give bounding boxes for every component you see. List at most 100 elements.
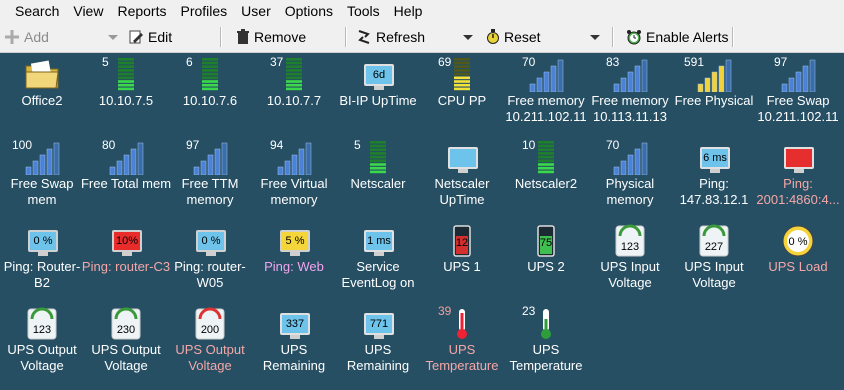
- monitor-tile[interactable]: 591 Free Physical: [672, 54, 756, 138]
- folder-icon: [20, 58, 64, 92]
- reset-dropdown-arrow[interactable]: [590, 35, 600, 40]
- tile-label: UPS Output Voltage: [91, 342, 161, 373]
- monitor-tile[interactable]: 94 Free Virtual memory: [252, 137, 336, 221]
- tile-value: 70: [606, 138, 620, 152]
- refresh-dropdown-arrow[interactable]: [463, 35, 473, 40]
- monitor-tile[interactable]: 39 UPS Temperature: [420, 303, 504, 387]
- add-dropdown-arrow[interactable]: [108, 35, 118, 40]
- meter-icon: 123: [20, 307, 64, 341]
- monitor-tile[interactable]: 70 Free memory 10.211.102.11: [504, 54, 588, 138]
- monitor-tile[interactable]: 337 UPS Remaining: [252, 303, 336, 387]
- svg-text:12: 12: [456, 237, 468, 249]
- monitor-tile[interactable]: 771 UPS Remaining: [336, 303, 420, 387]
- tile-label: Free TTM memory: [181, 176, 239, 207]
- monitor-tile[interactable]: 80 Free Total mem: [81, 137, 171, 221]
- monitor-tile[interactable]: 75 UPS 2: [504, 220, 588, 304]
- monitor-tile[interactable]: 6 10.10.7.6: [168, 54, 252, 138]
- svg-text:75: 75: [540, 237, 552, 249]
- monitor-tile[interactable]: 37 10.10.7.7: [252, 54, 336, 138]
- reset-button[interactable]: Reset: [486, 26, 541, 48]
- toolbar-separator: [612, 27, 614, 47]
- monitor-tile[interactable]: 23 UPS Temperature: [504, 303, 588, 387]
- menu-search[interactable]: Search: [0, 0, 66, 22]
- tile-label: Free Total mem: [80, 176, 172, 191]
- monitor-tile[interactable]: 100 Free Swap mem: [0, 137, 84, 221]
- tile-label: Ping: 2001:4860:4...: [756, 176, 840, 207]
- monitor-tile[interactable]: 227 UPS Input Voltage: [672, 220, 756, 304]
- svg-text:200: 200: [201, 324, 219, 336]
- monitor-tile[interactable]: Office2: [0, 54, 84, 138]
- monitor-tile[interactable]: Netscaler UpTime: [420, 137, 504, 221]
- dial-icon: 0 %: [776, 224, 820, 258]
- monitor-tile[interactable]: 5 % Ping: Web: [252, 220, 336, 304]
- tile-value: 69: [438, 55, 452, 69]
- monitor-tile[interactable]: 10% Ping: router-C3: [82, 220, 170, 304]
- monitor-icon: 6d: [356, 58, 400, 92]
- add-button[interactable]: Add: [4, 26, 49, 48]
- menu-reports[interactable]: Reports: [110, 0, 173, 22]
- menu-profiles[interactable]: Profiles: [173, 0, 234, 22]
- menu-help[interactable]: Help: [387, 0, 430, 22]
- monitor-tile[interactable]: 83 Free memory 10.113.11.13: [588, 54, 672, 138]
- monitor-tile[interactable]: 200 UPS Output Voltage: [168, 303, 252, 387]
- menu-tools[interactable]: Tools: [340, 0, 387, 22]
- svg-text:123: 123: [33, 324, 51, 336]
- refresh-label: Refresh: [376, 29, 426, 45]
- svg-text:0 %: 0 %: [789, 236, 808, 248]
- monitor-tile[interactable]: 5 10.10.7.5: [84, 54, 168, 138]
- remove-button[interactable]: Remove: [236, 26, 306, 48]
- monitor-tile[interactable]: 5 Netscaler: [336, 137, 420, 221]
- tile-label: 10.10.7.6: [182, 93, 238, 108]
- toolbar: Add Edit Remove Refresh Reset Enable Ale…: [0, 22, 844, 53]
- menu-options[interactable]: Options: [278, 0, 340, 22]
- svg-text:123: 123: [621, 241, 639, 253]
- tile-label: Netscaler2: [514, 176, 578, 191]
- monitor-tile[interactable]: 97 Free Swap 10.211.102.11: [756, 54, 840, 138]
- tile-label: Physical memory: [605, 176, 655, 207]
- monitor-tile[interactable]: 69 CPU PP: [420, 54, 504, 138]
- battery-green-icon: 75: [524, 224, 568, 258]
- tile-label: Ping: router-W05: [174, 259, 246, 290]
- menu-user[interactable]: User: [234, 0, 278, 22]
- monitor-icon: [440, 141, 484, 175]
- monitor-tile[interactable]: 123 UPS Output Voltage: [0, 303, 84, 387]
- meter-icon: 227: [692, 224, 736, 258]
- monitor-tile[interactable]: 230 UPS Output Voltage: [84, 303, 168, 387]
- monitor-tile[interactable]: 12 UPS 1: [420, 220, 504, 304]
- gauge-yellow-icon: 5 %: [272, 224, 316, 258]
- tile-label: UPS 1: [443, 259, 481, 274]
- monitor-tile[interactable]: 0 % Ping: Router-B2: [0, 220, 84, 304]
- enable-alerts-button[interactable]: Enable Alerts: [626, 26, 729, 48]
- monitor-tile[interactable]: Ping: 2001:4860:4...: [756, 137, 840, 221]
- monitor-tile[interactable]: 70 Physical memory: [588, 137, 672, 221]
- green-bars-icon: [104, 58, 148, 92]
- monitor-tile[interactable]: 97 Free TTM memory: [168, 137, 252, 221]
- tile-value: 23: [522, 304, 536, 318]
- svg-text:227: 227: [705, 241, 723, 253]
- refresh-button[interactable]: Refresh: [356, 26, 425, 48]
- monitor-tile[interactable]: 6d BI-IP UpTime: [336, 54, 420, 138]
- tile-label: UPS Remaining: [262, 342, 326, 373]
- tile-value: 100: [12, 138, 33, 152]
- green-bars-icon: [188, 58, 232, 92]
- monitor-tile[interactable]: 1 ms Service EventLog on: [336, 220, 420, 304]
- tile-label: Free memory 10.113.11.13: [591, 93, 669, 124]
- tile-label: Ping: Web: [264, 259, 324, 274]
- monitor-tile[interactable]: 0 % Ping: router-W05: [168, 220, 252, 304]
- tile-value: 97: [186, 138, 200, 152]
- tile-label: Ping: 147.83.12.1: [679, 176, 749, 207]
- gauge-red-icon: 10%: [104, 224, 148, 258]
- tile-value: 6: [186, 55, 193, 69]
- monitor-tile[interactable]: 0 % UPS Load: [756, 220, 840, 304]
- tile-value: 5: [102, 55, 109, 69]
- monitor-tile[interactable]: 123 UPS Input Voltage: [588, 220, 672, 304]
- tile-label: Netscaler: [350, 176, 406, 191]
- menu-view[interactable]: View: [66, 0, 110, 22]
- monitor-tile[interactable]: 6 ms Ping: 147.83.12.1: [672, 137, 756, 221]
- tile-label: Free Physical: [674, 93, 754, 108]
- tile-label: UPS Input Voltage: [600, 259, 660, 290]
- monitor-tile[interactable]: 10 Netscaler2: [504, 137, 588, 221]
- stopwatch-icon: [487, 29, 499, 44]
- meter-icon: 230: [104, 307, 148, 341]
- edit-button[interactable]: Edit: [128, 26, 172, 48]
